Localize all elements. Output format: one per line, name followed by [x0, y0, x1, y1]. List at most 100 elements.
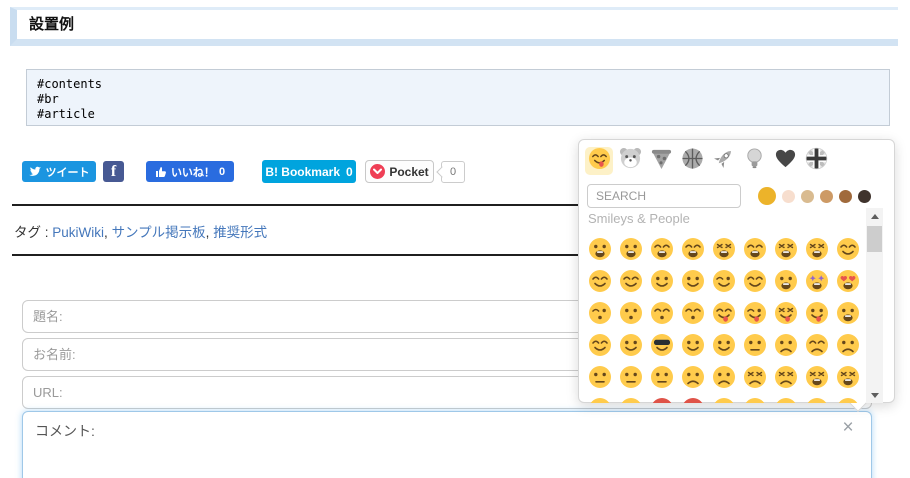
emoji-rage[interactable] [646, 393, 677, 403]
emoji-scrollbar[interactable] [866, 208, 883, 403]
emoji-cursing[interactable] [615, 393, 646, 403]
emoji-tongue-out[interactable] [801, 297, 832, 329]
emoji-tab-food-drink[interactable] [647, 147, 675, 175]
emoji-frowning[interactable] [708, 361, 739, 393]
emoji-grin[interactable] [677, 233, 708, 265]
emoji-tab-travel-places[interactable] [709, 147, 737, 175]
emoji-zany[interactable] [770, 265, 801, 297]
skin-tone-2[interactable] [782, 189, 795, 203]
tags-label: タグ : [14, 225, 49, 240]
heart-icon [774, 147, 797, 175]
emoji-picker-toggle-close-icon[interactable]: × [838, 418, 858, 438]
scroll-up-button[interactable] [866, 208, 883, 224]
emoji-nerd[interactable] [615, 329, 646, 361]
page-title: 設置例 [29, 16, 75, 33]
emoji-confounded[interactable] [770, 361, 801, 393]
emoji-joy[interactable] [770, 233, 801, 265]
emoji-kissing-smiling-eyes[interactable] [646, 297, 677, 329]
emoji-relaxed[interactable] [584, 265, 615, 297]
emoji-tab-symbols[interactable] [771, 147, 799, 175]
rocket-icon [712, 147, 735, 175]
emoji-innocent[interactable] [615, 265, 646, 297]
emoji-smirk[interactable] [708, 329, 739, 361]
scrollbar-thumb[interactable] [867, 226, 882, 252]
comment-textarea[interactable] [22, 411, 872, 478]
emoji-tab-animals-nature[interactable] [616, 147, 644, 175]
emoji-hushed[interactable] [801, 393, 832, 403]
emoji-triumph[interactable] [584, 393, 615, 403]
tweet-button[interactable]: ツイート [22, 161, 96, 182]
basketball-icon [681, 147, 704, 175]
hamster-icon [619, 147, 642, 175]
emoji-category-tabs [585, 147, 830, 177]
emoji-star-struck[interactable] [801, 265, 832, 297]
emoji-slight-frown[interactable] [677, 361, 708, 393]
emoji-angry[interactable] [677, 393, 708, 403]
emoji-heart-eyes[interactable] [832, 265, 863, 297]
emoji-relieved[interactable] [739, 265, 770, 297]
emoji-weary[interactable] [832, 361, 863, 393]
emoji-pensive[interactable] [801, 329, 832, 361]
emoji-row [584, 393, 865, 403]
emoji-thinking[interactable] [584, 361, 615, 393]
emoji-kissing-closed-eyes[interactable] [677, 297, 708, 329]
emoji-grinning[interactable] [584, 233, 615, 265]
skin-tone-1[interactable] [758, 187, 776, 205]
emoji-hugging[interactable] [584, 329, 615, 361]
skin-tone-6[interactable] [858, 189, 871, 203]
facebook-like-button[interactable]: いいね！ 0 [146, 161, 234, 182]
emoji-search-input[interactable] [587, 184, 741, 208]
emoji-wink[interactable] [708, 265, 739, 297]
emoji-rofl[interactable] [801, 233, 832, 265]
emoji-no-mouth[interactable] [739, 393, 770, 403]
emoji-row [584, 329, 865, 361]
emoji-disappointed[interactable] [770, 329, 801, 361]
emoji-tab-flags[interactable] [802, 147, 830, 175]
emoji-smiley[interactable] [615, 233, 646, 265]
pocket-button[interactable]: Pocket [365, 160, 434, 183]
scroll-down-button[interactable] [866, 387, 883, 403]
emoji-blush[interactable] [832, 233, 863, 265]
emoji-tab-objects[interactable] [740, 147, 768, 175]
emoji-money-mouth[interactable] [832, 297, 863, 329]
facebook-button[interactable]: f [103, 161, 124, 182]
lightbulb-icon [743, 147, 766, 175]
emoji-cowboy[interactable] [677, 329, 708, 361]
pukiwiki-page: 設置例 #contents #br #article ツイート f いいね！ 0… [0, 0, 910, 478]
emoji-tired[interactable] [801, 361, 832, 393]
emoji-slightly-smiling[interactable] [646, 265, 677, 297]
tag-link-pukiwiki[interactable]: PukiWiki [52, 225, 104, 240]
tag-link-recommended-format[interactable]: 推奨形式 [213, 225, 267, 240]
hatena-bookmark-button[interactable]: B! Bookmark 0 [262, 160, 356, 183]
emoji-winking-tongue[interactable] [739, 297, 770, 329]
skin-tone-3[interactable] [801, 189, 814, 203]
emoji-persevere[interactable] [739, 361, 770, 393]
emoji-worried[interactable] [832, 329, 863, 361]
emoji-tab-activity[interactable] [678, 147, 706, 175]
tag-link-sample-board[interactable]: サンプル掲示板 [112, 225, 206, 240]
emoji-smile[interactable] [646, 233, 677, 265]
thumbs-up-icon [155, 166, 166, 177]
emoji-kissing-heart[interactable] [584, 297, 615, 329]
emoji-yum[interactable] [708, 297, 739, 329]
code-block: #contents #br #article [26, 69, 890, 126]
pizza-icon [650, 147, 673, 175]
emoji-neutral[interactable] [646, 361, 677, 393]
emoji-frowning-open[interactable] [832, 393, 863, 403]
hatena-label: B! Bookmark [265, 164, 340, 179]
emoji-tab-smileys-people[interactable] [585, 147, 613, 175]
emoji-unamused[interactable] [739, 329, 770, 361]
emoji-squinting-tongue[interactable] [770, 297, 801, 329]
emoji-rolling-eyes[interactable] [770, 393, 801, 403]
emoji-sunglasses[interactable] [646, 329, 677, 361]
emoji-kissing[interactable] [615, 297, 646, 329]
emoji-laughing[interactable] [708, 233, 739, 265]
emoji-sweat-smile[interactable] [739, 233, 770, 265]
skin-tone-5[interactable] [839, 189, 852, 203]
skin-tone-4[interactable] [820, 189, 833, 203]
code-line: #article [37, 107, 95, 121]
emoji-upside-down[interactable] [677, 265, 708, 297]
emoji-expressionless[interactable] [708, 393, 739, 403]
emoji-monocle[interactable] [615, 361, 646, 393]
smiley-icon [588, 147, 611, 175]
